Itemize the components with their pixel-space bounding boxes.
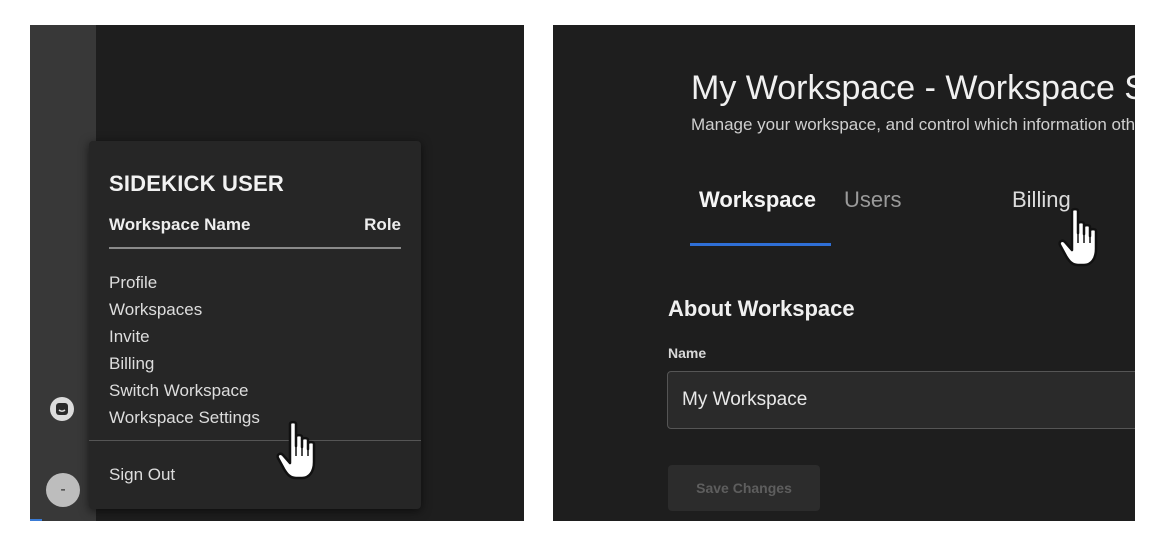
left-panel: - SIDEKICK USER Workspace Name Role Prof… bbox=[30, 25, 524, 521]
header-divider bbox=[109, 247, 401, 249]
menu-item-workspace-settings[interactable]: Workspace Settings bbox=[109, 404, 260, 431]
menu-user-name: SIDEKICK USER bbox=[109, 171, 284, 196]
user-menu-dropdown: SIDEKICK USER Workspace Name Role Profil… bbox=[89, 141, 421, 509]
hand-pointer-icon bbox=[1058, 207, 1098, 267]
role-column: Role bbox=[364, 215, 401, 234]
sidebar-rail: - bbox=[30, 25, 96, 521]
tab-workspace[interactable]: Workspace bbox=[699, 187, 816, 213]
workspace-header-row: Workspace Name Role bbox=[109, 215, 401, 235]
menu-item-profile[interactable]: Profile bbox=[109, 269, 260, 296]
tab-users[interactable]: Users bbox=[844, 187, 901, 213]
menu-divider bbox=[89, 440, 421, 441]
workspace-name-column: Workspace Name bbox=[109, 215, 251, 234]
menu-item-invite[interactable]: Invite bbox=[109, 323, 260, 350]
sign-out-button[interactable]: Sign Out bbox=[109, 465, 175, 485]
right-panel: My Workspace - Workspace Settings Manage… bbox=[553, 25, 1135, 521]
page-subtitle: Manage your workspace, and control which… bbox=[691, 115, 1135, 134]
save-changes-button[interactable]: Save Changes bbox=[668, 465, 820, 511]
workspace-name-input[interactable] bbox=[667, 371, 1135, 429]
hand-pointer-icon bbox=[276, 420, 316, 480]
chat-icon[interactable] bbox=[50, 397, 74, 421]
section-title: About Workspace bbox=[668, 296, 855, 321]
name-label: Name bbox=[668, 345, 707, 361]
page-title: My Workspace - Workspace Settings bbox=[691, 69, 1135, 107]
menu-item-workspaces[interactable]: Workspaces bbox=[109, 296, 260, 323]
menu-list: Profile Workspaces Invite Billing Switch… bbox=[109, 269, 260, 431]
avatar[interactable]: - bbox=[46, 473, 80, 507]
menu-item-billing[interactable]: Billing bbox=[109, 350, 260, 377]
menu-item-switch-workspace[interactable]: Switch Workspace bbox=[109, 377, 260, 404]
rail-accent-line bbox=[30, 519, 42, 521]
active-tab-indicator bbox=[690, 243, 831, 246]
